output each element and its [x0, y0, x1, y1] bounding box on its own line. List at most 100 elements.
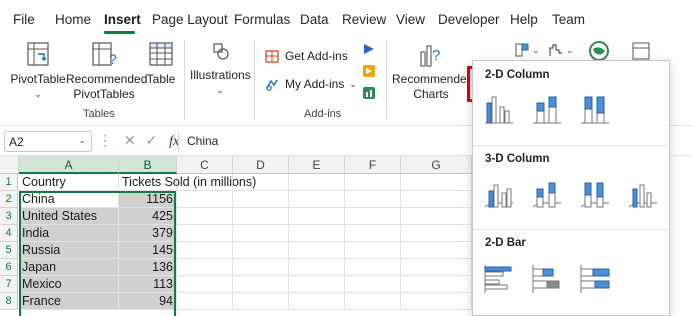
- cell-g[interactable]: [401, 225, 472, 242]
- cell-e[interactable]: [289, 191, 345, 208]
- cancel-icon[interactable]: ✕: [124, 132, 136, 148]
- cell-f[interactable]: [345, 225, 401, 242]
- maps-icon[interactable]: [588, 40, 610, 62]
- stacked-column-option[interactable]: [531, 93, 563, 125]
- 3d-100-stacked-column-option[interactable]: [579, 179, 611, 211]
- cell-tickets[interactable]: 136: [119, 259, 177, 276]
- my-addins-button[interactable]: My Add-ins ⌄: [264, 76, 357, 92]
- visio-icon[interactable]: [362, 42, 376, 56]
- row-header[interactable]: 8: [0, 293, 18, 310]
- menu-file[interactable]: File: [13, 12, 35, 27]
- menu-developer[interactable]: Developer: [438, 12, 500, 27]
- recommended-charts-button[interactable]: ? Recommended Charts: [392, 40, 473, 102]
- cell-country[interactable]: China: [19, 191, 119, 208]
- cell-f[interactable]: [345, 191, 401, 208]
- column-header-d[interactable]: D: [233, 156, 289, 174]
- 3d-column-option[interactable]: [627, 179, 659, 211]
- cell-country[interactable]: India: [19, 225, 119, 242]
- menu-view[interactable]: View: [396, 12, 425, 27]
- cell-tickets[interactable]: 94: [119, 293, 177, 310]
- cell-f1[interactable]: [345, 174, 401, 191]
- cell-c1[interactable]: [177, 174, 233, 191]
- cell-g[interactable]: [401, 242, 472, 259]
- cell-d1[interactable]: [233, 174, 289, 191]
- cell-country[interactable]: United States: [19, 208, 119, 225]
- menu-data[interactable]: Data: [300, 12, 329, 27]
- clustered-bar-option[interactable]: [483, 263, 515, 295]
- cell-f[interactable]: [345, 276, 401, 293]
- menu-formulas[interactable]: Formulas: [234, 12, 290, 27]
- insert-hierarchy-chart-button[interactable]: ⌄: [514, 42, 540, 58]
- cell-d[interactable]: [233, 242, 289, 259]
- cell-country[interactable]: Russia: [19, 242, 119, 259]
- cell-tickets[interactable]: 1156: [119, 191, 177, 208]
- 100-stacked-column-option[interactable]: [579, 93, 611, 125]
- cell-e[interactable]: [289, 293, 345, 310]
- insert-waterfall-chart-button[interactable]: ⌄: [548, 42, 574, 58]
- column-header-f[interactable]: F: [345, 156, 401, 174]
- cell-tickets[interactable]: 425: [119, 208, 177, 225]
- cell-d[interactable]: [233, 293, 289, 310]
- column-header-a[interactable]: A: [19, 156, 119, 174]
- cell-e[interactable]: [289, 225, 345, 242]
- cell-country[interactable]: France: [19, 293, 119, 310]
- cell-a1[interactable]: Country: [19, 174, 119, 191]
- 3d-clustered-column-option[interactable]: [483, 179, 515, 211]
- row-header[interactable]: 7: [0, 276, 18, 293]
- cell-c[interactable]: [177, 276, 233, 293]
- people-graph-icon[interactable]: [362, 86, 376, 100]
- cell-c[interactable]: [177, 259, 233, 276]
- cell-c[interactable]: [177, 191, 233, 208]
- illustrations-button[interactable]: Illustrations ⌄: [190, 40, 251, 98]
- menu-insert[interactable]: Insert: [104, 12, 141, 27]
- cell-e[interactable]: [289, 259, 345, 276]
- stacked-bar-option[interactable]: [531, 263, 563, 295]
- row-header[interactable]: 2: [0, 191, 18, 208]
- row-header[interactable]: 4: [0, 225, 18, 242]
- cell-country[interactable]: Japan: [19, 259, 119, 276]
- cell-g[interactable]: [401, 259, 472, 276]
- cell-tickets[interactable]: 145: [119, 242, 177, 259]
- recommended-pivottables-button[interactable]: ? Recommended PivotTables: [66, 40, 147, 102]
- formula-input[interactable]: China: [178, 131, 478, 152]
- cell-tickets[interactable]: 379: [119, 225, 177, 242]
- cell-e1[interactable]: [289, 174, 345, 191]
- cell-d[interactable]: [233, 225, 289, 242]
- pivottable-button[interactable]: PivotTable ⌄: [10, 40, 66, 102]
- column-header-g[interactable]: G: [401, 156, 472, 174]
- column-header-c[interactable]: C: [177, 156, 233, 174]
- cell-e[interactable]: [289, 276, 345, 293]
- enter-icon[interactable]: ✓: [146, 132, 158, 148]
- cell-g[interactable]: [401, 293, 472, 310]
- menu-page-layout[interactable]: Page Layout: [152, 12, 228, 27]
- row-header[interactable]: 5: [0, 242, 18, 259]
- menu-home[interactable]: Home: [55, 12, 91, 27]
- name-box[interactable]: A2 ⌄: [4, 131, 92, 152]
- row-header[interactable]: 1: [0, 174, 18, 191]
- row-header[interactable]: 3: [0, 208, 18, 225]
- menu-help[interactable]: Help: [510, 12, 538, 27]
- cell-f[interactable]: [345, 259, 401, 276]
- cell-d[interactable]: [233, 259, 289, 276]
- cell-g1[interactable]: [401, 174, 472, 191]
- clustered-column-option[interactable]: [483, 93, 515, 125]
- cell-f[interactable]: [345, 293, 401, 310]
- cell-f[interactable]: [345, 208, 401, 225]
- row-header[interactable]: 6: [0, 259, 18, 276]
- cell-d[interactable]: [233, 191, 289, 208]
- menu-review[interactable]: Review: [342, 12, 386, 27]
- cell-g[interactable]: [401, 191, 472, 208]
- column-header-e[interactable]: E: [289, 156, 345, 174]
- table-button[interactable]: Table: [144, 40, 178, 87]
- pivotchart-icon[interactable]: [630, 40, 652, 62]
- 100-stacked-bar-option[interactable]: [579, 263, 611, 295]
- menu-team[interactable]: Team: [552, 12, 585, 27]
- cell-d[interactable]: [233, 276, 289, 293]
- cell-g[interactable]: [401, 208, 472, 225]
- cell-c[interactable]: [177, 242, 233, 259]
- get-addins-button[interactable]: Get Add-ins: [264, 48, 348, 64]
- cell-e[interactable]: [289, 242, 345, 259]
- cell-country[interactable]: Mexico: [19, 276, 119, 293]
- cell-tickets[interactable]: 113: [119, 276, 177, 293]
- cell-c[interactable]: [177, 208, 233, 225]
